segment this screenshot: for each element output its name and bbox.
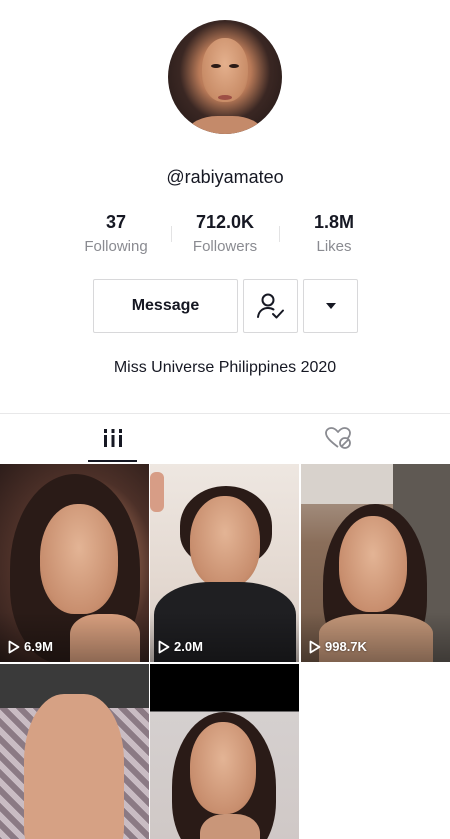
- thumb-face: [190, 722, 256, 814]
- stat-following-label: Following: [84, 238, 148, 255]
- avatar-face: [202, 38, 248, 102]
- thumb-hand: [150, 472, 164, 512]
- active-tab-indicator: [88, 460, 137, 462]
- user-check-icon: [256, 293, 284, 319]
- play-icon: [309, 640, 321, 653]
- message-button[interactable]: Message: [93, 279, 238, 333]
- stat-followers-value: 712.0K: [195, 212, 255, 232]
- video-tile[interactable]: 2.0M: [150, 464, 299, 662]
- play-icon: [158, 640, 170, 653]
- profile-avatar[interactable]: [168, 20, 282, 134]
- thumb-shade: [301, 612, 450, 662]
- video-tile[interactable]: [150, 664, 299, 839]
- caret-down-icon: [325, 303, 336, 309]
- thumb-shade: [150, 612, 299, 662]
- view-count-text: 2.0M: [174, 639, 203, 654]
- thumb-hand: [24, 694, 124, 839]
- tab-liked[interactable]: [225, 414, 450, 462]
- videos-grid-icon: [103, 429, 122, 447]
- view-count-text: 998.7K: [325, 639, 367, 654]
- video-tile[interactable]: 998.7K: [301, 464, 450, 662]
- profile-username: @rabiyamateo: [166, 167, 284, 187]
- play-icon: [8, 640, 20, 653]
- thumb-shade: [0, 612, 149, 662]
- video-tile[interactable]: [0, 664, 149, 839]
- profile-stats: 37 Following 712.0K Followers 1.8M Likes: [0, 210, 450, 260]
- thumb-face: [40, 504, 118, 614]
- liked-hidden-icon: [324, 427, 351, 449]
- avatar-eye-left: [211, 64, 221, 68]
- view-count: 998.7K: [309, 639, 367, 654]
- following-status-button[interactable]: [243, 279, 298, 333]
- thumb-face: [339, 516, 407, 612]
- avatar-lips: [218, 95, 232, 100]
- thumb-face: [190, 496, 260, 588]
- view-count: 6.9M: [8, 639, 53, 654]
- avatar-shoulder: [188, 116, 262, 134]
- stat-followers[interactable]: 712.0K Followers: [170, 210, 280, 255]
- tab-videos[interactable]: [0, 414, 225, 462]
- stat-following[interactable]: 37 Following: [61, 210, 171, 255]
- profile-bio: Miss Universe Philippines 2020: [113, 359, 337, 376]
- stat-followers-label: Followers: [192, 238, 258, 255]
- stat-likes[interactable]: 1.8M Likes: [279, 210, 389, 255]
- stat-likes-value: 1.8M: [313, 212, 355, 232]
- more-options-button[interactable]: [303, 279, 358, 333]
- thumb-neck: [200, 814, 260, 839]
- video-tile[interactable]: 6.9M: [0, 464, 149, 662]
- view-count-text: 6.9M: [24, 639, 53, 654]
- stat-likes-label: Likes: [316, 238, 352, 255]
- view-count: 2.0M: [158, 639, 203, 654]
- avatar-eye-right: [229, 64, 239, 68]
- stat-following-value: 37: [105, 212, 127, 232]
